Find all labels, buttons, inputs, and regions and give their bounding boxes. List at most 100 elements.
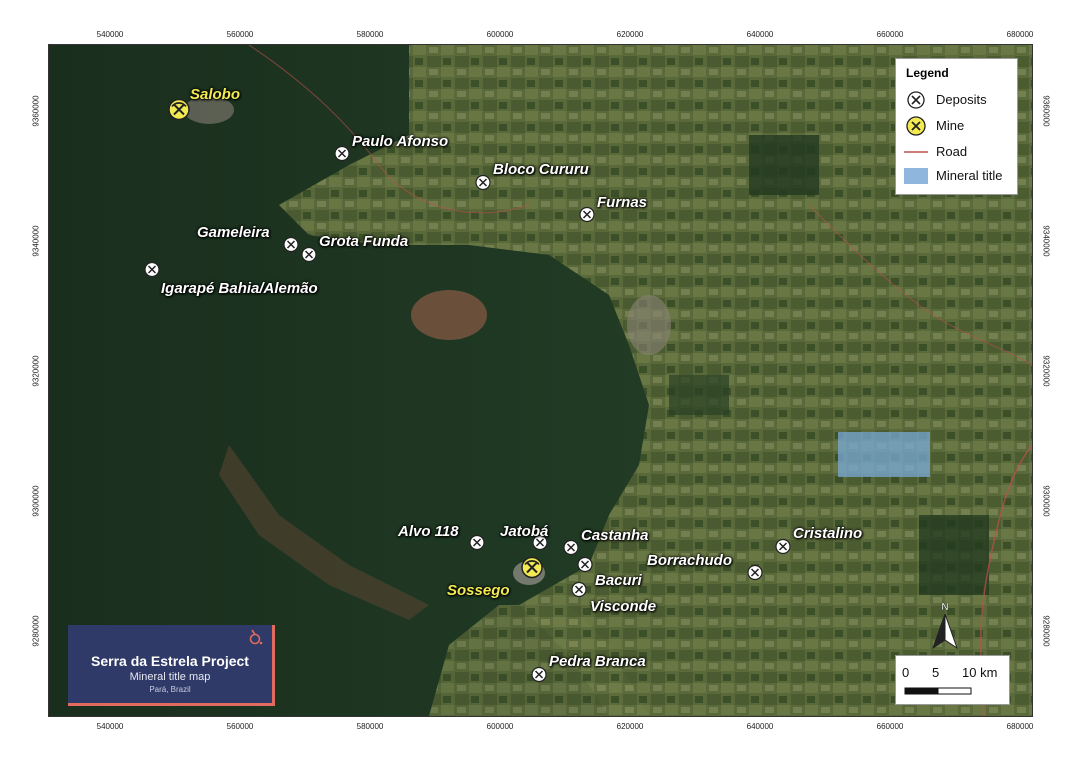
deposit-label-pedra-branca: Pedra Branca xyxy=(549,653,646,670)
pickaxe-white-icon xyxy=(144,261,160,278)
deposit-label-castanha: Castanha xyxy=(581,527,649,544)
deposit-marker-grota-funda[interactable] xyxy=(301,246,317,268)
pickaxe-yellow-icon xyxy=(521,556,543,579)
scale-bar-graphic xyxy=(904,687,972,695)
north-arrow-icon: N xyxy=(932,602,958,650)
pickaxe-white-icon xyxy=(469,534,485,551)
deposit-label-borrachudo: Borrachudo xyxy=(647,552,733,569)
map-location: Pará, Brazil xyxy=(149,685,191,694)
legend-item-deposits: Deposits xyxy=(904,89,1014,111)
x-tick-top-8: 680000 xyxy=(1006,30,1034,39)
legend-label-mine: Mine xyxy=(936,118,965,133)
deposit-label-gameleira: Gameleira xyxy=(197,224,270,241)
y-tick-left-5: 9280000 xyxy=(31,615,41,647)
pickaxe-white-icon xyxy=(775,538,791,555)
x-tick-top-2: 560000 xyxy=(226,30,254,39)
title-box: Serra da Estrela Project Mineral title m… xyxy=(68,625,275,706)
y-tick-right-4: 9300000 xyxy=(1041,485,1051,517)
deposit-label-jatoba: Jatobá xyxy=(500,523,549,540)
y-tick-left-1: 9360000 xyxy=(31,95,41,127)
legend-label-road: Road xyxy=(936,144,968,159)
deposit-label-paulo-afonso: Paulo Afonso xyxy=(352,133,449,150)
scale-label-5: 5 xyxy=(932,665,940,680)
legend-label-deposits: Deposits xyxy=(936,92,987,107)
pickaxe-white-icon xyxy=(334,145,350,162)
scale-label-10: 10 km xyxy=(962,665,998,680)
deposit-label-bacuri: Bacuri xyxy=(595,572,642,589)
x-tick-bottom-3: 580000 xyxy=(356,722,384,731)
x-tick-bottom-7: 660000 xyxy=(876,722,904,731)
x-tick-top-4: 600000 xyxy=(486,30,514,39)
pickaxe-yellow-icon xyxy=(168,98,190,121)
y-tick-right-1: 9360000 xyxy=(1041,95,1051,127)
deposit-label-furnas: Furnas xyxy=(597,194,648,211)
north-arrow-label: N xyxy=(941,602,948,613)
deposit-marker-visconde[interactable] xyxy=(571,581,587,603)
blue-rectangle-icon xyxy=(904,168,928,184)
pickaxe-white-icon xyxy=(907,91,925,109)
pickaxe-yellow-icon xyxy=(906,116,926,136)
map-title: Serra da Estrela Project xyxy=(91,653,249,669)
scale-bar: 0 5 10 km xyxy=(895,655,1010,705)
deposit-marker-alvo-118[interactable] xyxy=(469,534,485,556)
deposit-marker-borrachudo[interactable] xyxy=(747,564,763,586)
legend-item-mine: Mine xyxy=(904,115,1014,137)
pickaxe-white-icon xyxy=(577,556,593,573)
y-tick-left-4: 9300000 xyxy=(31,485,41,517)
x-tick-bottom-5: 620000 xyxy=(616,722,644,731)
y-tick-right-3: 9320000 xyxy=(1041,355,1051,387)
x-tick-bottom-6: 640000 xyxy=(746,722,774,731)
mine-marker-sossego[interactable] xyxy=(521,556,543,584)
deposit-label-alvo-118: Alvo 118 xyxy=(398,523,459,540)
pickaxe-white-icon xyxy=(475,174,491,191)
satellite-basemap xyxy=(49,45,1032,716)
y-tick-left-3: 9320000 xyxy=(31,355,41,387)
x-tick-top-6: 640000 xyxy=(746,30,774,39)
deposit-marker-bacuri[interactable] xyxy=(577,556,593,578)
legend-label-mineral-title: Mineral title xyxy=(936,168,1003,183)
deposit-marker-gameleira[interactable] xyxy=(283,236,299,258)
map-frame[interactable] xyxy=(48,44,1033,717)
y-tick-right-2: 9340000 xyxy=(1041,225,1051,257)
mine-label-salobo: Salobo xyxy=(190,86,241,103)
mineral-title-area[interactable] xyxy=(838,432,930,477)
x-tick-bottom-4: 600000 xyxy=(486,722,514,731)
x-tick-top-5: 620000 xyxy=(616,30,644,39)
deposit-label-igarape-bahia: Igarapé Bahia/Alemão xyxy=(161,280,318,297)
x-tick-top-7: 660000 xyxy=(876,30,904,39)
legend: Legend Deposits Mine Road Mineral title xyxy=(895,58,1018,195)
logo-icon xyxy=(249,629,263,645)
deposit-marker-paulo-afonso[interactable] xyxy=(334,145,350,167)
legend-title: Legend xyxy=(906,66,949,80)
y-tick-left-2: 9340000 xyxy=(31,225,41,257)
deposit-marker-bloco-cururu[interactable] xyxy=(475,174,491,196)
deposit-marker-igarape-bahia[interactable] xyxy=(144,261,160,283)
deposit-label-grota-funda: Grota Funda xyxy=(319,233,409,250)
mine-marker-salobo[interactable] xyxy=(168,98,190,126)
pickaxe-white-icon xyxy=(579,206,595,223)
x-tick-top-3: 580000 xyxy=(356,30,384,39)
x-tick-top-1: 540000 xyxy=(96,30,124,39)
pickaxe-white-icon xyxy=(571,581,587,598)
deposit-label-bloco-cururu: Bloco Cururu xyxy=(493,161,589,178)
map-subtitle: Mineral title map xyxy=(129,671,211,683)
pickaxe-white-icon xyxy=(283,236,299,253)
scale-label-0: 0 xyxy=(902,665,910,680)
deposit-label-visconde: Visconde xyxy=(590,598,657,615)
x-tick-bottom-1: 540000 xyxy=(96,722,124,731)
pickaxe-white-icon xyxy=(747,564,763,581)
deposit-marker-furnas[interactable] xyxy=(579,206,595,228)
x-tick-bottom-2: 560000 xyxy=(226,722,254,731)
mine-label-sossego: Sossego xyxy=(447,582,510,599)
pickaxe-white-icon xyxy=(531,666,547,683)
y-tick-right-5: 9280000 xyxy=(1041,615,1051,647)
pickaxe-white-icon xyxy=(563,539,579,556)
deposit-marker-pedra-branca[interactable] xyxy=(531,666,547,688)
deposit-label-cristalino: Cristalino xyxy=(793,525,863,542)
road-line-icon xyxy=(904,151,928,153)
pickaxe-white-icon xyxy=(301,246,317,263)
x-tick-bottom-8: 680000 xyxy=(1006,722,1034,731)
deposit-marker-cristalino[interactable] xyxy=(775,538,791,560)
legend-item-mineral-title: Mineral title xyxy=(904,165,1014,187)
legend-item-road: Road xyxy=(904,141,1014,163)
